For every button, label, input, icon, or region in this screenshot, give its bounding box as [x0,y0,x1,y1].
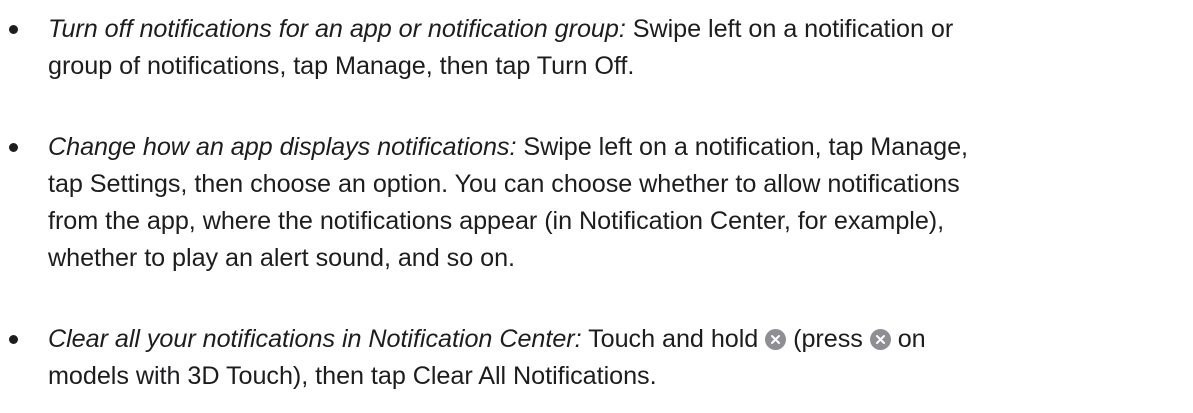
bullet-dot [9,335,18,344]
item-body-part-2: (press [786,325,870,353]
item-label: Change how an app displays notifications… [48,133,517,161]
item-body-part-1: Touch and hold [581,325,766,353]
item-text: Change how an app displays notifications… [48,129,1188,277]
bullet-dot [9,143,18,152]
clear-x-icon [869,329,891,350]
item-label: Turn off notifications for an app or not… [48,15,626,43]
bullet-dot [9,25,18,34]
item-body-line-2: tap Settings, then choose an option. You… [48,170,960,198]
item-text: Clear all your notifications in Notifica… [48,321,1188,395]
item-body-line-3: from the app, where the notifications ap… [48,207,945,235]
item-body-part-3: on [890,325,926,353]
item-body-line-2: group of notifications, tap Manage, then… [48,52,635,80]
item-body-line-1: Swipe left on a notification, tap Manage… [516,133,968,161]
item-label: Clear all your notifications in Notifica… [48,325,582,353]
item-body-line-2: models with 3D Touch), then tap Clear Al… [48,362,657,390]
item-text: Turn off notifications for an app or not… [48,11,1188,85]
clear-x-icon [765,329,787,350]
item-body-line-1: Swipe left on a notification or [625,15,954,43]
item-body-line-4: whether to play an alert sound, and so o… [48,244,515,272]
